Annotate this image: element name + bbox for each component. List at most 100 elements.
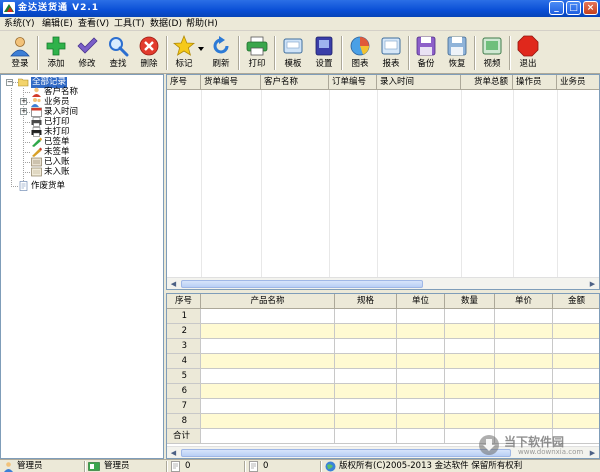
tree-expand-toggle[interactable]: +: [20, 98, 27, 105]
col-header-salesperson[interactable]: 业务员: [557, 75, 599, 90]
table-cell[interactable]: [201, 309, 335, 324]
scroll-left-arrow-icon[interactable]: ◀: [168, 279, 179, 289]
backup-button[interactable]: 备份: [411, 33, 441, 73]
table-cell[interactable]: [553, 399, 599, 414]
col-header-operator[interactable]: 操作员: [513, 75, 557, 90]
scroll-left-arrow-icon[interactable]: ◀: [168, 448, 179, 458]
table-cell[interactable]: [495, 369, 553, 384]
col-header-quantity[interactable]: 数量: [445, 294, 495, 309]
table-cell[interactable]: [445, 384, 495, 399]
maximize-button[interactable]: □: [566, 1, 581, 15]
col-header-total[interactable]: 货单总额: [461, 75, 513, 90]
chart-button[interactable]: 图表: [345, 33, 375, 73]
scroll-right-arrow-icon[interactable]: ▶: [587, 279, 598, 289]
table-cell[interactable]: [553, 354, 599, 369]
scrollbar-thumb[interactable]: [181, 280, 423, 288]
table-cell[interactable]: [445, 339, 495, 354]
table-cell[interactable]: [397, 354, 445, 369]
delete-button[interactable]: 删除: [134, 33, 164, 73]
col-header-spec[interactable]: 规格: [335, 294, 397, 309]
menu-system[interactable]: 系统(Y): [4, 18, 35, 30]
edit-button[interactable]: 修改: [72, 33, 102, 73]
table-cell[interactable]: [335, 354, 397, 369]
restore-button[interactable]: 恢复: [442, 33, 472, 73]
table-cell[interactable]: [397, 399, 445, 414]
orders-grid-hscrollbar[interactable]: ◀ ▶: [167, 277, 599, 289]
table-cell[interactable]: [445, 369, 495, 384]
mark-dropdown-arrow-icon[interactable]: [198, 47, 204, 51]
report-button[interactable]: 报表: [376, 33, 406, 73]
col-header-po-no[interactable]: 订单编号: [329, 75, 377, 90]
table-cell[interactable]: [553, 414, 599, 429]
template-button[interactable]: 模板: [278, 33, 308, 73]
table-cell[interactable]: [495, 339, 553, 354]
table-cell[interactable]: [201, 399, 335, 414]
table-cell[interactable]: [495, 354, 553, 369]
table-cell[interactable]: [201, 369, 335, 384]
col-header-index[interactable]: 序号: [167, 75, 201, 90]
col-header-unit[interactable]: 单位: [397, 294, 445, 309]
table-cell[interactable]: [495, 309, 553, 324]
table-cell[interactable]: [445, 324, 495, 339]
table-cell[interactable]: [553, 339, 599, 354]
table-cell[interactable]: [201, 414, 335, 429]
close-button[interactable]: ×: [583, 1, 598, 15]
scrollbar-thumb[interactable]: [181, 449, 511, 457]
col-header-index[interactable]: 序号: [167, 294, 201, 309]
table-cell[interactable]: [201, 354, 335, 369]
table-cell[interactable]: [201, 339, 335, 354]
table-cell[interactable]: [445, 414, 495, 429]
table-cell[interactable]: [445, 309, 495, 324]
table-cell[interactable]: [335, 369, 397, 384]
table-cell[interactable]: [553, 369, 599, 384]
table-cell[interactable]: [397, 429, 445, 444]
menu-view[interactable]: 查看(V): [78, 18, 109, 30]
find-button[interactable]: 查找: [103, 33, 133, 73]
col-header-product-name[interactable]: 产品名称: [201, 294, 335, 309]
table-cell[interactable]: [397, 369, 445, 384]
table-cell[interactable]: [335, 339, 397, 354]
col-header-customer[interactable]: 客户名称: [261, 75, 329, 90]
table-cell[interactable]: [335, 429, 397, 444]
tree-collapse-toggle[interactable]: −: [6, 79, 13, 86]
minimize-button[interactable]: _: [549, 1, 564, 15]
col-header-order-no[interactable]: 货单编号: [201, 75, 261, 90]
table-cell[interactable]: [553, 309, 599, 324]
menu-data[interactable]: 数据(D): [150, 18, 182, 30]
table-cell[interactable]: [201, 429, 335, 444]
tree-expand-toggle[interactable]: +: [20, 108, 27, 115]
table-cell[interactable]: [397, 324, 445, 339]
table-cell[interactable]: [397, 339, 445, 354]
col-header-amount[interactable]: 金额: [553, 294, 599, 309]
video-button[interactable]: 视频: [477, 33, 507, 73]
print-button[interactable]: 打印: [242, 33, 272, 73]
table-cell[interactable]: [495, 399, 553, 414]
table-cell[interactable]: [335, 309, 397, 324]
table-cell[interactable]: [201, 324, 335, 339]
table-cell[interactable]: [335, 384, 397, 399]
table-cell[interactable]: [335, 324, 397, 339]
title-bar[interactable]: 金达送货通 V2.1 _ □ ×: [0, 0, 600, 17]
table-cell[interactable]: [495, 384, 553, 399]
col-header-entry-time[interactable]: 录入时间: [377, 75, 461, 90]
menu-help[interactable]: 帮助(H): [186, 18, 218, 30]
table-cell[interactable]: [553, 324, 599, 339]
table-cell[interactable]: [495, 414, 553, 429]
table-cell[interactable]: [397, 414, 445, 429]
menu-edit[interactable]: 编辑(E): [42, 18, 73, 30]
table-cell[interactable]: [335, 399, 397, 414]
table-cell[interactable]: [445, 354, 495, 369]
menu-tools[interactable]: 工具(T): [114, 18, 145, 30]
table-cell[interactable]: [397, 384, 445, 399]
exit-button[interactable]: 退出: [513, 33, 543, 73]
table-cell[interactable]: [553, 384, 599, 399]
table-cell[interactable]: [335, 414, 397, 429]
col-header-unit-price[interactable]: 单价: [495, 294, 553, 309]
table-cell[interactable]: [201, 384, 335, 399]
settings-button[interactable]: 设置: [309, 33, 339, 73]
login-button[interactable]: 登录: [5, 33, 35, 73]
table-cell[interactable]: [397, 309, 445, 324]
mark-button[interactable]: 标记: [169, 33, 199, 73]
table-cell[interactable]: [495, 324, 553, 339]
refresh-button[interactable]: 刷新: [206, 33, 236, 73]
